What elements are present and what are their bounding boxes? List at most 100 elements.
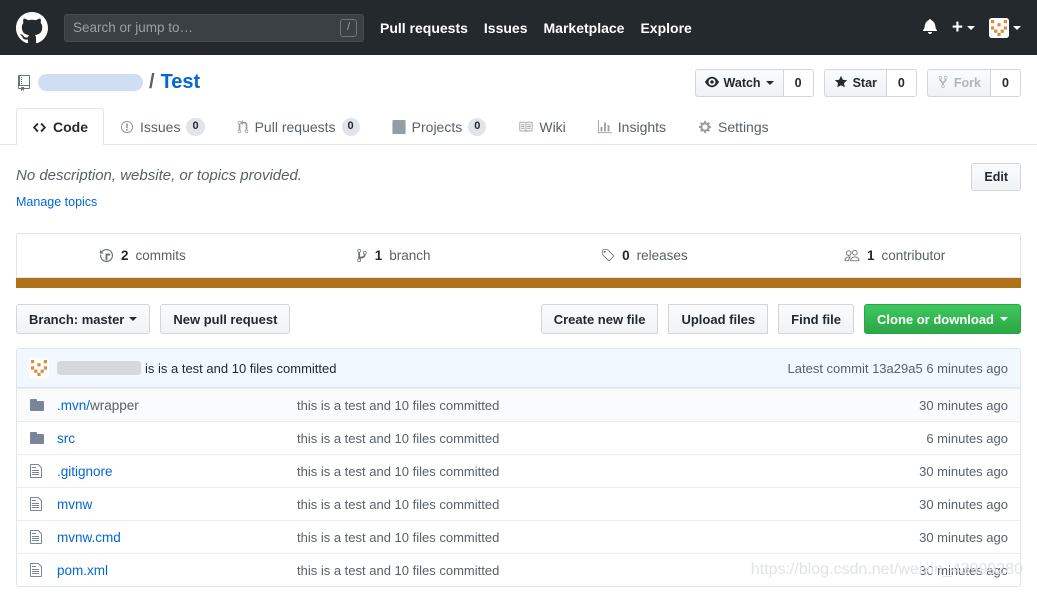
stat-releases[interactable]: 0 releases	[519, 234, 770, 277]
file-name-cell[interactable]: .gitignore	[57, 464, 297, 479]
repository-toolbar-right: Create new file Upload files Find file C…	[540, 304, 1021, 335]
github-mark-icon[interactable]	[16, 11, 48, 44]
stat-commits-value: 2	[120, 248, 129, 264]
nav-issues[interactable]: Issues	[484, 20, 528, 36]
file-commit-message[interactable]: this is a test and 10 files committed	[297, 398, 919, 413]
plus-icon: +	[951, 17, 963, 38]
tab-projects[interactable]: Projects 0	[376, 108, 503, 145]
edit-button[interactable]: Edit	[971, 163, 1021, 192]
find-file-button[interactable]: Find file	[778, 304, 854, 335]
file-name-cell[interactable]: mvnw.cmd	[57, 530, 297, 545]
tab-pull-requests[interactable]: Pull requests 0	[221, 108, 376, 145]
nav-explore[interactable]: Explore	[640, 20, 691, 36]
clone-or-download-button[interactable]: Clone or download	[864, 304, 1021, 335]
tab-code[interactable]: Code	[16, 108, 104, 146]
file-link[interactable]: pom.xml	[57, 563, 108, 578]
create-new-menu[interactable]: +	[952, 18, 975, 37]
repository-name-link[interactable]: Test	[161, 71, 201, 94]
file-commit-message[interactable]: this is a test and 10 files committed	[297, 530, 919, 545]
file-link-subpath[interactable]: wrapper	[90, 398, 139, 413]
watch-count[interactable]: 0	[782, 69, 814, 97]
stat-contributors-label: contributor	[881, 248, 946, 264]
repository-actions: Watch 0 Star 0 Fork 0	[694, 69, 1021, 97]
tab-projects-count: 0	[468, 118, 487, 136]
create-new-file-button[interactable]: Create new file	[540, 304, 659, 335]
repository-stats-bar: 2 commits 1 branch 0 releases 1 contribu…	[16, 233, 1021, 279]
issue-opened-icon	[120, 120, 134, 134]
tab-issues[interactable]: Issues 0	[104, 108, 221, 145]
fork-label: Fork	[953, 76, 981, 90]
tab-wiki-label: Wiki	[539, 119, 566, 135]
file-name-cell[interactable]: .mvn/wrapper	[57, 398, 297, 413]
star-button[interactable]: Star	[823, 69, 886, 97]
file-link[interactable]: src	[57, 431, 75, 446]
stat-branches-count: 1	[375, 248, 383, 263]
file-action-group: Create new file Upload files Find file	[540, 304, 854, 335]
file-commit-time: 30 minutes ago	[919, 562, 1008, 578]
watch-button-group: Watch 0	[694, 69, 814, 97]
latest-commit-bar: is is a test and 10 files committed Late…	[17, 349, 1020, 389]
nav-marketplace[interactable]: Marketplace	[544, 20, 625, 36]
stat-commits[interactable]: 2 commits	[17, 234, 268, 277]
file-commit-time: 30 minutes ago	[919, 496, 1008, 512]
tab-settings[interactable]: Settings	[682, 108, 785, 145]
file-link[interactable]: .mvn/	[57, 398, 90, 413]
table-row[interactable]: mvnw this is a test and 10 files committ…	[17, 487, 1020, 520]
file-name-cell[interactable]: mvnw	[57, 497, 297, 512]
upload-files-button[interactable]: Upload files	[668, 304, 769, 335]
file-commit-message[interactable]: this is a test and 10 files committed	[297, 464, 919, 479]
people-icon	[844, 248, 860, 263]
table-row[interactable]: .gitignore this is a test and 10 files c…	[17, 454, 1020, 487]
file-commit-message[interactable]: this is a test and 10 files committed	[297, 497, 919, 512]
table-row[interactable]: .mvn/wrapper this is a test and 10 files…	[17, 388, 1020, 422]
file-name-cell[interactable]: src	[57, 431, 297, 446]
tab-insights[interactable]: Insights	[582, 108, 682, 145]
tab-wiki[interactable]: Wiki	[502, 108, 581, 145]
file-name-cell[interactable]: pom.xml	[57, 563, 297, 578]
file-commit-message[interactable]: this is a test and 10 files committed	[297, 563, 919, 578]
new-pull-request-button[interactable]: New pull request	[160, 304, 291, 335]
search-input[interactable]	[64, 13, 364, 42]
file-list: is is a test and 10 files committed Late…	[16, 348, 1021, 588]
search-box[interactable]: /	[64, 13, 364, 42]
fork-button-group: Fork 0	[926, 69, 1021, 97]
chevron-down-icon	[1013, 25, 1021, 30]
bell-icon[interactable]	[922, 18, 938, 37]
branch-selector-button[interactable]: Branch: master	[16, 304, 151, 335]
git-pull-request-icon	[237, 120, 249, 134]
avatar	[989, 17, 1009, 38]
global-header-right: +	[922, 17, 1021, 38]
file-link[interactable]: .gitignore	[57, 464, 113, 479]
file-link[interactable]: mvnw.cmd	[57, 530, 121, 545]
history-icon	[99, 248, 114, 263]
stat-branches-label: branch	[389, 248, 431, 264]
file-icon	[29, 529, 57, 545]
tab-projects-label: Projects	[411, 119, 463, 135]
watch-button[interactable]: Watch	[694, 69, 783, 97]
tab-pull-requests-label: Pull requests	[254, 119, 336, 135]
file-link[interactable]: mvnw	[57, 497, 92, 512]
nav-pull-requests[interactable]: Pull requests	[380, 20, 468, 36]
table-row[interactable]: pom.xml this is a test and 10 files comm…	[17, 553, 1020, 586]
latest-commit-sha[interactable]: 13a29a5	[872, 361, 923, 376]
table-row[interactable]: mvnw.cmd this is a test and 10 files com…	[17, 520, 1020, 553]
watch-label: Watch	[723, 76, 761, 90]
file-commit-time: 30 minutes ago	[919, 529, 1008, 545]
user-menu[interactable]	[989, 17, 1021, 38]
stat-branches[interactable]: 1 branch	[268, 234, 519, 277]
manage-topics-link[interactable]: Manage topics	[16, 195, 97, 209]
stat-releases-value: 0	[622, 248, 630, 264]
fork-count[interactable]: 0	[990, 69, 1021, 97]
repo-icon	[16, 74, 32, 91]
star-count[interactable]: 0	[885, 69, 917, 97]
language-segment-java	[16, 278, 1021, 289]
file-icon	[29, 562, 57, 578]
stat-commits-label: commits	[135, 248, 186, 264]
latest-commit-message[interactable]: is is a test and 10 files committed	[145, 361, 336, 376]
fork-button: Fork	[926, 69, 990, 97]
file-commit-message[interactable]: this is a test and 10 files committed	[297, 431, 926, 446]
repository-toolbar: Branch: master New pull request Create n…	[16, 304, 1021, 335]
stat-contributors[interactable]: 1 contributor	[769, 234, 1020, 277]
commit-author-avatar[interactable]	[29, 358, 49, 379]
table-row[interactable]: src this is a test and 10 files committe…	[17, 421, 1020, 454]
